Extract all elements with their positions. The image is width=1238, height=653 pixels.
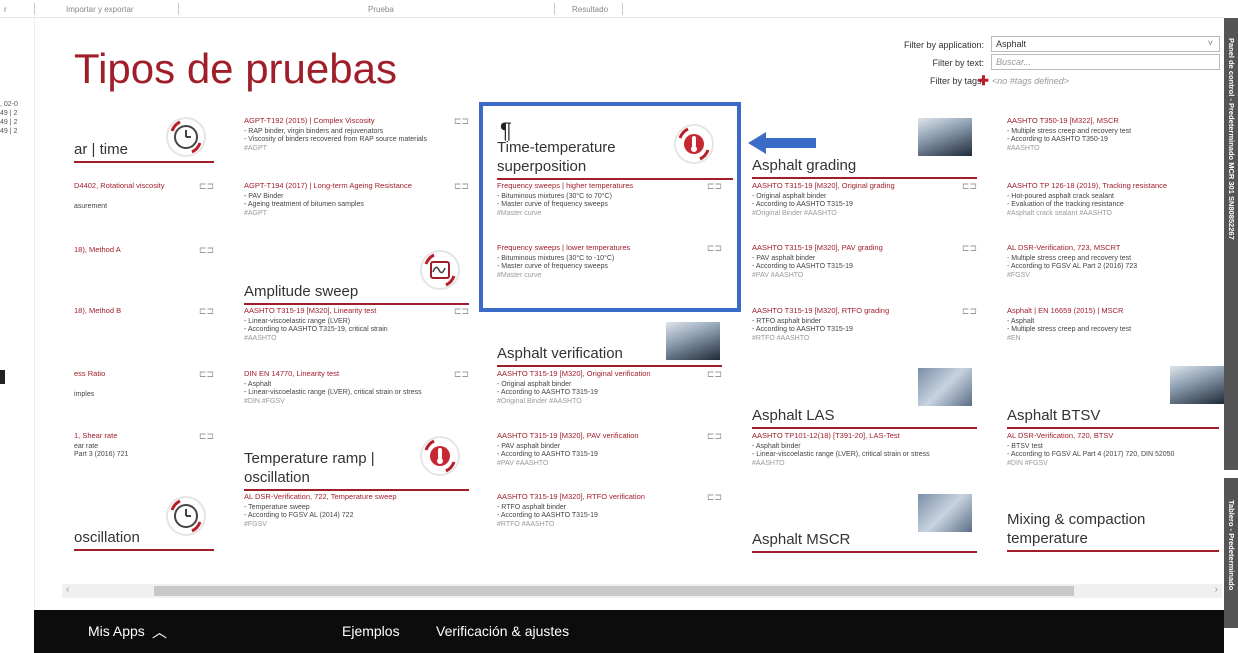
bookmark-icon[interactable]: ⊏⊐ xyxy=(199,182,214,191)
test-item[interactable]: AASHTO T315-19 [M320], RTFO grading - RT… xyxy=(752,307,977,343)
filter-application-label: Filter by application: xyxy=(903,40,984,50)
left-list-line: , 02-0 xyxy=(0,101,18,108)
test-item[interactable]: AGPT-T194 (2017) | Long-term Ageing Resi… xyxy=(244,182,469,218)
test-item[interactable]: AASHTO TP 126-18 (2019), Tracking resist… xyxy=(1007,182,1219,218)
test-item[interactable]: AL DSR-Verification, 723, MSCRT - Multip… xyxy=(1007,244,1219,280)
test-item[interactable]: 18), Method A ⊏⊐ xyxy=(74,246,214,257)
test-item[interactable]: AASHTO T315-19 [M320], PAV grading - PAV… xyxy=(752,244,977,280)
filter-text-label: Filter by text: xyxy=(932,58,984,68)
filter-tags-value: <no #tags defined> xyxy=(992,76,1070,86)
add-tag-icon[interactable]: ✚ xyxy=(978,73,989,89)
filter-application-select[interactable]: Asphalt xyxy=(991,36,1220,52)
left-edge-marker xyxy=(0,370,5,384)
horizontal-scrollbar[interactable]: ‹ › xyxy=(62,584,1222,598)
tab-import-export[interactable]: Importar y exportar xyxy=(66,5,134,14)
bookmark-icon[interactable]: ⊏⊐ xyxy=(199,246,214,255)
test-item[interactable]: Asphalt | EN 16659 (2015) | MSCR - Aspha… xyxy=(1007,307,1219,343)
bookmark-icon[interactable]: ⊏⊐ xyxy=(707,493,722,502)
test-item[interactable]: AGPT-T192 (2015) | Complex Viscosity - R… xyxy=(244,117,469,153)
tab-divider xyxy=(178,3,179,15)
test-item[interactable]: AASHTO T315-19 [M320], PAV verification … xyxy=(497,432,722,468)
filter-text-input[interactable]: Buscar... xyxy=(991,54,1220,70)
filter-tags-label: Filter by tags: xyxy=(929,76,984,86)
test-item[interactable]: 18), Method B ⊏⊐ xyxy=(74,307,214,318)
clock-icon xyxy=(166,117,206,157)
bookmark-icon[interactable]: ⊏⊐ xyxy=(962,244,977,253)
test-item[interactable]: AL DSR-Verification, 722, Temperature sw… xyxy=(244,493,469,529)
bookmark-icon[interactable]: ⊏⊐ xyxy=(454,307,469,316)
left-list-line: 49 | 2 xyxy=(0,128,18,135)
side-panel-bottom-label[interactable]: Tablero - Predeterminado xyxy=(1226,500,1236,590)
verification-button[interactable]: Verificación & ajustes xyxy=(436,623,569,639)
arrow-left-icon xyxy=(748,132,816,154)
scroll-left-icon[interactable]: ‹ xyxy=(66,584,69,595)
side-panel-separator xyxy=(1224,470,1238,478)
test-item[interactable]: AASHTO TP101-12(18) [T391-20], LAS-Test … xyxy=(752,432,977,468)
test-item[interactable]: D4402, Rotational viscosity asurement ⊏⊐ xyxy=(74,182,214,211)
my-apps-button[interactable]: Mis Apps xyxy=(88,623,145,639)
filter-panel: Filter by application: Asphalt Filter by… xyxy=(850,36,1220,90)
scroll-right-icon[interactable]: › xyxy=(1215,584,1218,595)
left-list-line: 49 | 2 xyxy=(0,119,18,126)
section-title: Amplitude sweep xyxy=(244,282,469,305)
top-tab-bar: r Importar y exportar Prueba Resultado xyxy=(0,0,1224,18)
tab-test[interactable]: Prueba xyxy=(368,5,394,14)
test-item[interactable]: DIN EN 14770, Linearity test - Asphalt -… xyxy=(244,370,469,406)
test-item[interactable]: AASHTO T315-19 [M320], Original verifica… xyxy=(497,370,722,406)
content-divider xyxy=(34,18,35,610)
left-list-fragment: , 02-0 49 | 2 49 | 2 49 | 2 xyxy=(0,100,34,136)
bottom-bar: Mis Apps ︿ Ejemplos Verificación & ajust… xyxy=(34,610,1224,653)
left-list-line: 49 | 2 xyxy=(0,110,18,117)
road-image xyxy=(918,494,972,532)
section-title: oscillation xyxy=(74,528,214,551)
tab-divider xyxy=(622,3,623,15)
highlight-box xyxy=(479,102,741,312)
test-item[interactable]: ess Ratio imples ⊏⊐ xyxy=(74,370,214,399)
page-title: Tipos de pruebas xyxy=(74,45,397,92)
examples-button[interactable]: Ejemplos xyxy=(342,623,400,639)
section-title: Asphalt BTSV xyxy=(1007,406,1219,429)
bookmark-icon[interactable]: ⊏⊐ xyxy=(199,370,214,379)
asphalt-image xyxy=(918,118,972,156)
chevron-up-icon[interactable]: ︿ xyxy=(152,621,167,642)
test-item[interactable]: AASHTO T315-19 [M320], Linearity test - … xyxy=(244,307,469,343)
bookmark-icon[interactable]: ⊏⊐ xyxy=(454,182,469,191)
section-title: Asphalt MSCR xyxy=(752,530,977,553)
test-item[interactable]: 1, Shear rate ear rate Part 3 (2016) 721… xyxy=(74,432,214,460)
tab-result[interactable]: Resultado xyxy=(572,5,608,14)
bookmark-icon[interactable]: ⊏⊐ xyxy=(454,370,469,379)
asphalt-image xyxy=(1170,366,1224,404)
bookmark-icon[interactable]: ⊏⊐ xyxy=(454,117,469,126)
section-title: Asphalt grading xyxy=(752,156,977,179)
test-item[interactable]: AL DSR-Verification, 720, BTSV - BTSV te… xyxy=(1007,432,1219,468)
road-image xyxy=(918,368,972,406)
bookmark-icon[interactable]: ⊏⊐ xyxy=(962,307,977,316)
bookmark-icon[interactable]: ⊏⊐ xyxy=(199,307,214,316)
test-item[interactable]: AASHTO T315-19 [M320], Original grading … xyxy=(752,182,977,218)
test-item[interactable]: AASHTO T315-19 [M320], RTFO verification… xyxy=(497,493,722,529)
tab-partial[interactable]: r xyxy=(4,5,7,14)
tab-divider xyxy=(34,3,35,15)
tab-divider xyxy=(554,3,555,15)
bookmark-icon[interactable]: ⊏⊐ xyxy=(962,182,977,191)
test-item[interactable]: AASHTO T350-19 [M322], MSCR - Multiple s… xyxy=(1007,117,1219,153)
side-panel-top-label[interactable]: Panel de control - Predeterminado MCR 30… xyxy=(1226,38,1236,240)
section-title: Asphalt verification xyxy=(497,344,722,367)
app-window: r Importar y exportar Prueba Resultado ,… xyxy=(0,0,1238,653)
scrollbar-thumb[interactable] xyxy=(154,586,1074,596)
section-title: Asphalt LAS xyxy=(752,406,977,429)
bookmark-icon[interactable]: ⊏⊐ xyxy=(707,370,722,379)
section-title: Mixing & compaction temperature xyxy=(1007,510,1219,552)
bookmark-icon[interactable]: ⊏⊐ xyxy=(199,432,214,441)
section-title: Temperature ramp | oscillation xyxy=(244,449,469,491)
bookmark-icon[interactable]: ⊏⊐ xyxy=(707,432,722,441)
